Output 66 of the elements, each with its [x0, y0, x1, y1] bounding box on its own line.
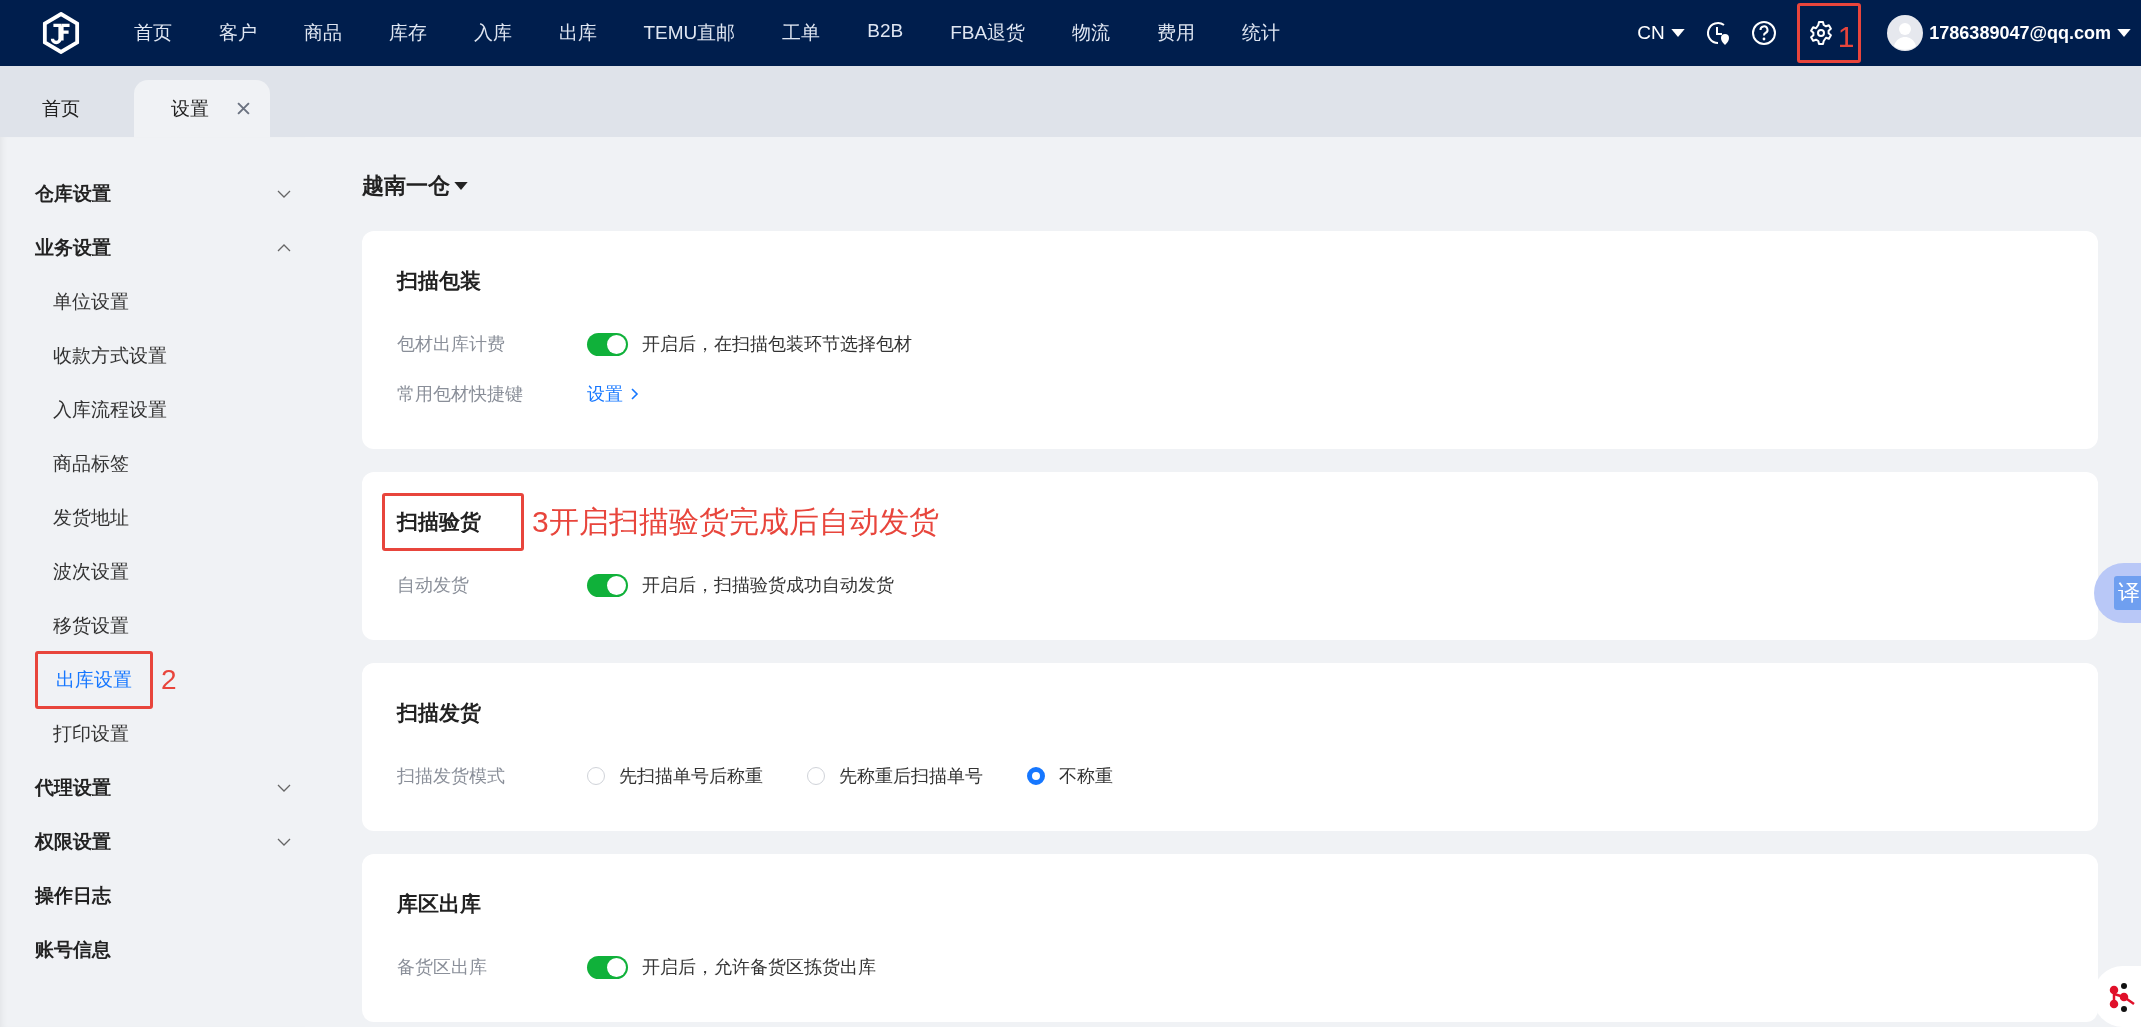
card-title: 扫描验货	[397, 509, 481, 535]
sidebar-group[interactable]: 操作日志	[0, 869, 305, 923]
sidebar-item[interactable]: 发货地址	[35, 496, 147, 540]
nav-link[interactable]: 客户	[195, 20, 280, 46]
radio-option[interactable]: 先扫描单号后称重	[587, 764, 763, 788]
settings-icon[interactable]	[1807, 20, 1834, 46]
sidebar-group[interactable]: 业务设置	[0, 221, 305, 275]
radio-option[interactable]: 不称重	[1027, 764, 1113, 788]
sidebar-item[interactable]: 打印设置	[35, 712, 147, 756]
nav-link[interactable]: B2B	[843, 20, 927, 46]
setting-label: 自动发货	[397, 574, 470, 597]
sidebar-item[interactable]: 收款方式设置	[35, 334, 185, 378]
nav-link[interactable]: FBA退货	[926, 20, 1049, 46]
sidebar-item[interactable]: 入库流程设置	[35, 388, 185, 432]
sidebar-item[interactable]: 出库设置	[38, 654, 150, 706]
toggle-switch[interactable]	[587, 573, 628, 597]
sidebar-item[interactable]: 商品标签	[35, 442, 147, 486]
avatar-icon	[1887, 15, 1924, 51]
sidebar-item[interactable]: 单位设置	[35, 280, 147, 324]
caret-icon	[454, 182, 468, 190]
nav-link[interactable]: 商品	[280, 20, 365, 46]
nav-link[interactable]: 统计	[1218, 20, 1304, 46]
sidebar-item[interactable]: 移货设置	[35, 604, 147, 648]
warehouse-dropdown[interactable]: 越南一仓	[362, 171, 468, 201]
card-title: 库区出库	[397, 891, 481, 917]
setting-description: 开启后，扫描验货成功自动发货	[642, 574, 894, 597]
toggle-switch[interactable]	[587, 955, 628, 979]
radio-option[interactable]: 先称重后扫描单号	[807, 764, 983, 788]
clock-location-icon[interactable]	[1704, 20, 1731, 46]
user-menu[interactable]: 1786389047@qq.com	[1887, 15, 2131, 51]
setting-description: 开启后，允许备货区拣货出库	[642, 956, 876, 979]
setting-label: 常用包材快捷键	[397, 383, 524, 406]
sidebar-group[interactable]: 仓库设置	[0, 167, 305, 221]
page-tab[interactable]: 设置	[134, 80, 270, 137]
setting-label: 包材出库计费	[397, 333, 506, 356]
toggle-switch[interactable]	[587, 332, 628, 356]
nav-link[interactable]: 首页	[110, 20, 195, 46]
page-tab[interactable]: 首页	[22, 80, 100, 137]
sidebar-item[interactable]: 波次设置	[35, 550, 147, 594]
card-title: 扫描发货	[397, 700, 481, 726]
sidebar-group[interactable]: 账号信息	[0, 923, 305, 977]
setting-label: 扫描发货模式	[397, 765, 506, 788]
nav-link[interactable]: 入库	[450, 20, 535, 46]
sidebar-group[interactable]: 权限设置	[0, 815, 305, 869]
annotation-number: 2	[161, 666, 177, 694]
chevron-right-icon	[631, 388, 639, 400]
annotation-note: 3开启扫描验货完成后自动发货	[532, 503, 939, 540]
caret-icon	[1670, 29, 1685, 37]
language-dropdown[interactable]: CN	[1637, 22, 1685, 44]
nav-link[interactable]: 物流	[1048, 20, 1134, 46]
setting-description: 开启后，在扫描包装环节选择包材	[642, 333, 912, 356]
nav-link[interactable]: 库存	[365, 20, 450, 46]
nav-link[interactable]: 费用	[1133, 20, 1219, 46]
close-icon[interactable]	[237, 102, 250, 115]
logo-icon[interactable]	[42, 12, 80, 54]
hexagon-logo-drawing	[42, 12, 80, 54]
sidebar-group[interactable]: 代理设置	[0, 761, 305, 815]
caret-icon	[2117, 29, 2131, 37]
nav-link[interactable]: 工单	[758, 20, 844, 46]
settings-link[interactable]: 设置	[587, 382, 639, 406]
setting-label: 备货区出库	[397, 956, 488, 979]
nav-link[interactable]: 出库	[535, 20, 620, 46]
annotation-number: 1	[1837, 22, 1855, 52]
help-icon[interactable]	[1750, 20, 1777, 46]
nav-link[interactable]: TEMU直邮	[620, 20, 759, 46]
card-title: 扫描包装	[397, 268, 481, 294]
